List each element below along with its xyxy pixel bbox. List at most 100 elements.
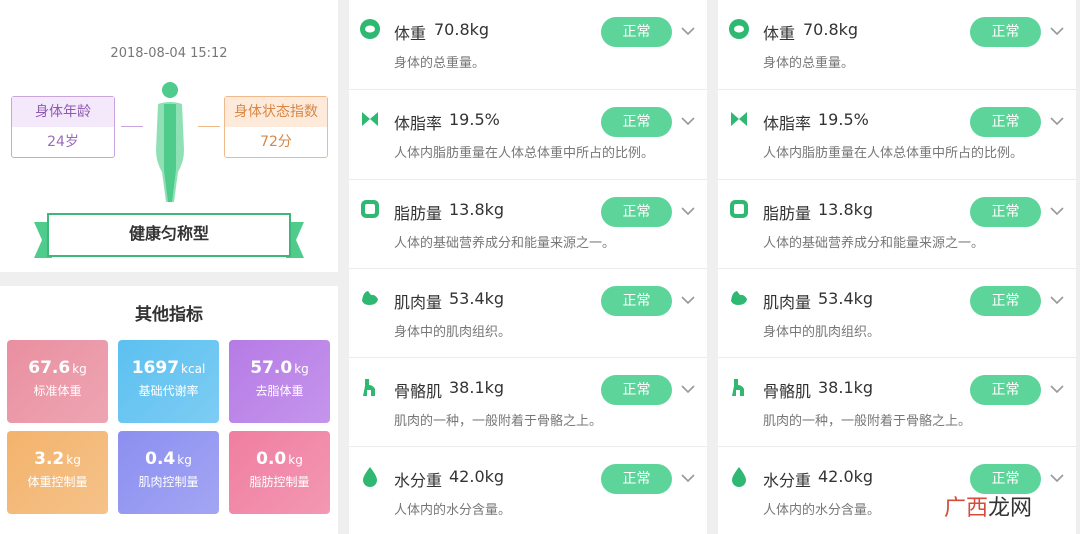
indicator-name: 肌肉量 — [394, 293, 443, 312]
status-badge: 正常 — [601, 17, 672, 47]
indicator-row[interactable]: 肌肉量 53.4kg 身体中的肌肉组织。 正常 — [349, 269, 707, 358]
indicator-value: 42.0kg — [449, 467, 505, 486]
connector-line-right — [198, 126, 220, 127]
indicator-row[interactable]: 骨骼肌 38.1kg 肌肉的一种，一般附着于骨骼之上。 正常 — [718, 358, 1076, 447]
indicator-value: 70.8kg — [434, 20, 490, 39]
metric-tile[interactable]: 67.6 kg 标准体重 — [7, 340, 108, 423]
muscle-icon — [362, 291, 378, 305]
indicator-value: 38.1kg — [449, 378, 505, 397]
body-figure-icon — [156, 82, 184, 202]
indicator-value: 42.0kg — [818, 467, 874, 486]
metric-label: 标准体重 — [33, 384, 82, 398]
water-drop-icon — [363, 467, 377, 487]
metric-label: 脂肪控制量 — [249, 475, 310, 489]
metric-unit: kg — [66, 453, 81, 467]
indicator-value: 13.8kg — [449, 200, 505, 219]
indicator-row[interactable]: 水分重 42.0kg 人体内的水分含量。 正常 — [718, 447, 1076, 534]
chevron-down-icon[interactable] — [679, 291, 697, 309]
metric-unit: kcal — [181, 362, 206, 376]
chevron-down-icon[interactable] — [1048, 380, 1066, 398]
body-age-value: 24岁 — [47, 134, 79, 150]
metric-value: 0.4 kg — [145, 449, 192, 469]
indicator-name: 水分重 — [763, 471, 812, 490]
status-badge: 正常 — [970, 375, 1041, 405]
chevron-down-icon[interactable] — [679, 112, 697, 130]
indicator-value: 19.5% — [449, 110, 500, 129]
status-badge: 正常 — [601, 107, 672, 137]
metric-tile[interactable]: 3.2 kg 体重控制量 — [7, 431, 108, 514]
metric-unit: kg — [288, 453, 303, 467]
scale-icon — [729, 19, 749, 39]
muscle-icon — [731, 291, 747, 305]
indicator-name: 水分重 — [394, 471, 443, 490]
status-badge: 正常 — [970, 197, 1041, 227]
indicator-name: 体重 — [763, 24, 796, 43]
skeletal-muscle-icon — [732, 379, 744, 396]
indicator-row[interactable]: 水分重 42.0kg 人体内的水分含量。 正常 — [349, 447, 707, 534]
metric-label: 去脂体重 — [255, 384, 304, 398]
indicator-name: 脂肪量 — [394, 204, 443, 223]
indicator-row[interactable]: 体重 70.8kg 身体的总重量。 正常 — [349, 0, 707, 90]
metric-value: 0.0 kg — [256, 449, 303, 469]
status-badge: 正常 — [970, 107, 1041, 137]
status-badge: 正常 — [970, 17, 1041, 47]
indicator-value: 13.8kg — [818, 200, 874, 219]
indicator-row[interactable]: 体脂率 19.5% 人体内脂肪重量在人体总体重中所占的比例。 正常 — [718, 90, 1076, 180]
water-drop-icon — [732, 467, 746, 487]
connector-line-left — [121, 126, 143, 127]
indicator-row[interactable]: 肌肉量 53.4kg 身体中的肌肉组织。 正常 — [718, 269, 1076, 358]
metric-value: 3.2 kg — [34, 449, 81, 469]
status-badge: 正常 — [601, 197, 672, 227]
chevron-down-icon[interactable] — [679, 202, 697, 220]
indicator-value: 38.1kg — [818, 378, 874, 397]
indicator-row[interactable]: 脂肪量 13.8kg 人体的基础营养成分和能量来源之一。 正常 — [718, 180, 1076, 269]
fat-rate-icon — [362, 112, 378, 126]
indicator-name: 骨骼肌 — [763, 382, 812, 401]
body-state-box: 身体状态指数 72分 — [224, 96, 328, 158]
body-state-value: 72分 — [260, 134, 292, 150]
indicator-row[interactable]: 体脂率 19.5% 人体内脂肪重量在人体总体重中所占的比例。 正常 — [349, 90, 707, 180]
indicator-row[interactable]: 脂肪量 13.8kg 人体的基础营养成分和能量来源之一。 正常 — [349, 180, 707, 269]
metric-unit: kg — [72, 362, 87, 376]
other-metrics-title: 其他指标 — [135, 305, 203, 325]
indicator-row[interactable]: 体重 70.8kg 身体的总重量。 正常 — [718, 0, 1076, 90]
indicator-description: 身体中的肌肉组织。 — [394, 325, 512, 340]
metric-value: 67.6 kg — [28, 358, 87, 378]
body-state-label: 身体状态指数 — [225, 97, 327, 127]
indicator-description: 人体的基础营养成分和能量来源之一。 — [763, 236, 985, 251]
fat-mass-icon — [361, 200, 379, 218]
indicator-description: 人体内脂肪重量在人体总体重中所占的比例。 — [763, 146, 1024, 161]
metric-tile[interactable]: 0.4 kg 肌肉控制量 — [118, 431, 219, 514]
chevron-down-icon[interactable] — [679, 469, 697, 487]
status-badge: 正常 — [601, 464, 672, 494]
indicator-value: 70.8kg — [803, 20, 859, 39]
chevron-down-icon[interactable] — [1048, 202, 1066, 220]
metric-tile[interactable]: 0.0 kg 脂肪控制量 — [229, 431, 330, 514]
indicator-row[interactable]: 骨骼肌 38.1kg 肌肉的一种，一般附着于骨骼之上。 正常 — [349, 358, 707, 447]
chevron-down-icon[interactable] — [1048, 22, 1066, 40]
chevron-down-icon[interactable] — [1048, 469, 1066, 487]
chevron-down-icon[interactable] — [1048, 291, 1066, 309]
measure-datetime: 2018-08-04 15:12 — [110, 46, 228, 61]
scale-icon — [360, 19, 380, 39]
indicator-name: 骨骼肌 — [394, 382, 443, 401]
fat-rate-icon — [731, 112, 747, 126]
indicator-description: 人体内脂肪重量在人体总体重中所占的比例。 — [394, 146, 655, 161]
chevron-down-icon[interactable] — [679, 380, 697, 398]
status-badge: 正常 — [601, 375, 672, 405]
indicator-description: 身体的总重量。 — [394, 56, 486, 71]
chevron-down-icon[interactable] — [679, 22, 697, 40]
metric-tile[interactable]: 1697 kcal 基础代谢率 — [118, 340, 219, 423]
indicator-description: 肌肉的一种，一般附着于骨骼之上。 — [763, 414, 972, 429]
status-badge: 正常 — [601, 286, 672, 316]
metric-tile[interactable]: 57.0 kg 去脂体重 — [229, 340, 330, 423]
chevron-down-icon[interactable] — [1048, 112, 1066, 130]
indicator-value: 19.5% — [818, 110, 869, 129]
indicator-description: 人体内的水分含量。 — [394, 503, 512, 518]
metric-label: 基础代谢率 — [138, 384, 199, 398]
body-age-label: 身体年龄 — [12, 97, 114, 127]
indicator-description: 身体中的肌肉组织。 — [763, 325, 881, 340]
skeletal-muscle-icon — [363, 379, 375, 396]
indicator-name: 脂肪量 — [763, 204, 812, 223]
fat-mass-icon — [730, 200, 748, 218]
